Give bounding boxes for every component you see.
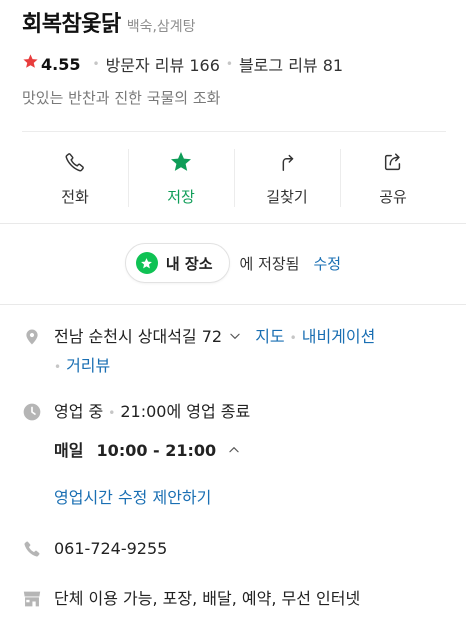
divider: [0, 304, 466, 305]
place-name: 회복참옻닭: [22, 12, 121, 37]
hours-day: 매일: [54, 441, 84, 460]
business-status: 영업 중: [54, 402, 104, 421]
share-button[interactable]: 공유: [340, 137, 446, 219]
clock-icon: [22, 402, 42, 422]
share-icon: [381, 150, 405, 174]
place-header: 회복참옻닭 백숙,삼계탕 4.55 • 방문자 리뷰 166 • 블로그 리뷰 …: [22, 6, 452, 108]
star-icon: [169, 150, 193, 174]
visitor-reviews-link[interactable]: 방문자 리뷰 166: [106, 52, 220, 76]
share-label: 공유: [379, 187, 407, 206]
map-link[interactable]: 지도: [255, 327, 284, 346]
hours-time: 10:00 - 21:00: [96, 441, 217, 460]
directions-button[interactable]: 길찾기: [234, 137, 340, 219]
star-icon: [22, 53, 39, 75]
phone-icon: [22, 539, 42, 559]
saved-suffix: 에 저장됨: [239, 254, 300, 273]
directions-icon: [275, 150, 299, 174]
suggest-hours-link[interactable]: 영업시간 수정 제안하기: [54, 488, 211, 507]
street-view-link[interactable]: 거리뷰: [66, 356, 110, 375]
divider: [22, 131, 446, 132]
phone-row: 061-724-9255: [22, 535, 452, 563]
location-pin-icon: [22, 327, 42, 347]
chevron-up-icon[interactable]: [227, 438, 241, 466]
title-row: 회복참옻닭 백숙,삼계탕: [22, 6, 452, 38]
rating-value: 4.55: [41, 54, 81, 74]
closing-info: 21:00에 영업 종료: [120, 402, 251, 421]
divider: [0, 223, 466, 224]
navigation-link[interactable]: 내비게이션: [302, 327, 376, 346]
blog-reviews-link[interactable]: 블로그 리뷰 81: [239, 52, 343, 76]
address-text[interactable]: 전남 순천시 상대석길 72: [54, 327, 222, 346]
call-label: 전화: [61, 187, 89, 206]
action-bar: 전화 저장 길찾기 공유: [22, 137, 446, 219]
address-row: 전남 순천시 상대석길 72 지도 • 내비게이션 • 거리뷰: [22, 323, 452, 381]
saved-star-icon: [135, 252, 158, 274]
hours-detail[interactable]: 매일 10:00 - 21:00: [54, 437, 452, 466]
place-description: 맛있는 반찬과 진한 국물의 조화: [22, 89, 221, 107]
phone-icon: [63, 150, 87, 174]
amenities-row: 단체 이용 가능, 포장, 배달, 예약, 무선 인터넷: [22, 585, 452, 613]
amenities-text: 단체 이용 가능, 포장, 배달, 예약, 무선 인터넷: [54, 589, 361, 608]
call-button[interactable]: 전화: [22, 137, 128, 219]
edit-saved-link[interactable]: 수정: [313, 253, 341, 274]
directions-label: 길찾기: [266, 187, 308, 206]
rating-row: 4.55 • 방문자 리뷰 166 • 블로그 리뷰 81: [22, 52, 452, 76]
store-icon: [22, 589, 42, 609]
place-category: 백숙,삼계탕: [126, 19, 196, 35]
saved-status-row: 내 장소 에 저장됨 수정: [0, 243, 466, 283]
my-places-pill[interactable]: 내 장소: [124, 243, 230, 283]
phone-number[interactable]: 061-724-9255: [54, 539, 167, 558]
my-places-label: 내 장소: [165, 254, 213, 273]
hours-row: 영업 중 • 21:00에 영업 종료 매일 10:00 - 21:00 영업시간 …: [22, 398, 452, 512]
chevron-down-icon[interactable]: [228, 324, 242, 352]
save-button[interactable]: 저장: [128, 137, 234, 219]
save-label: 저장: [167, 187, 195, 206]
